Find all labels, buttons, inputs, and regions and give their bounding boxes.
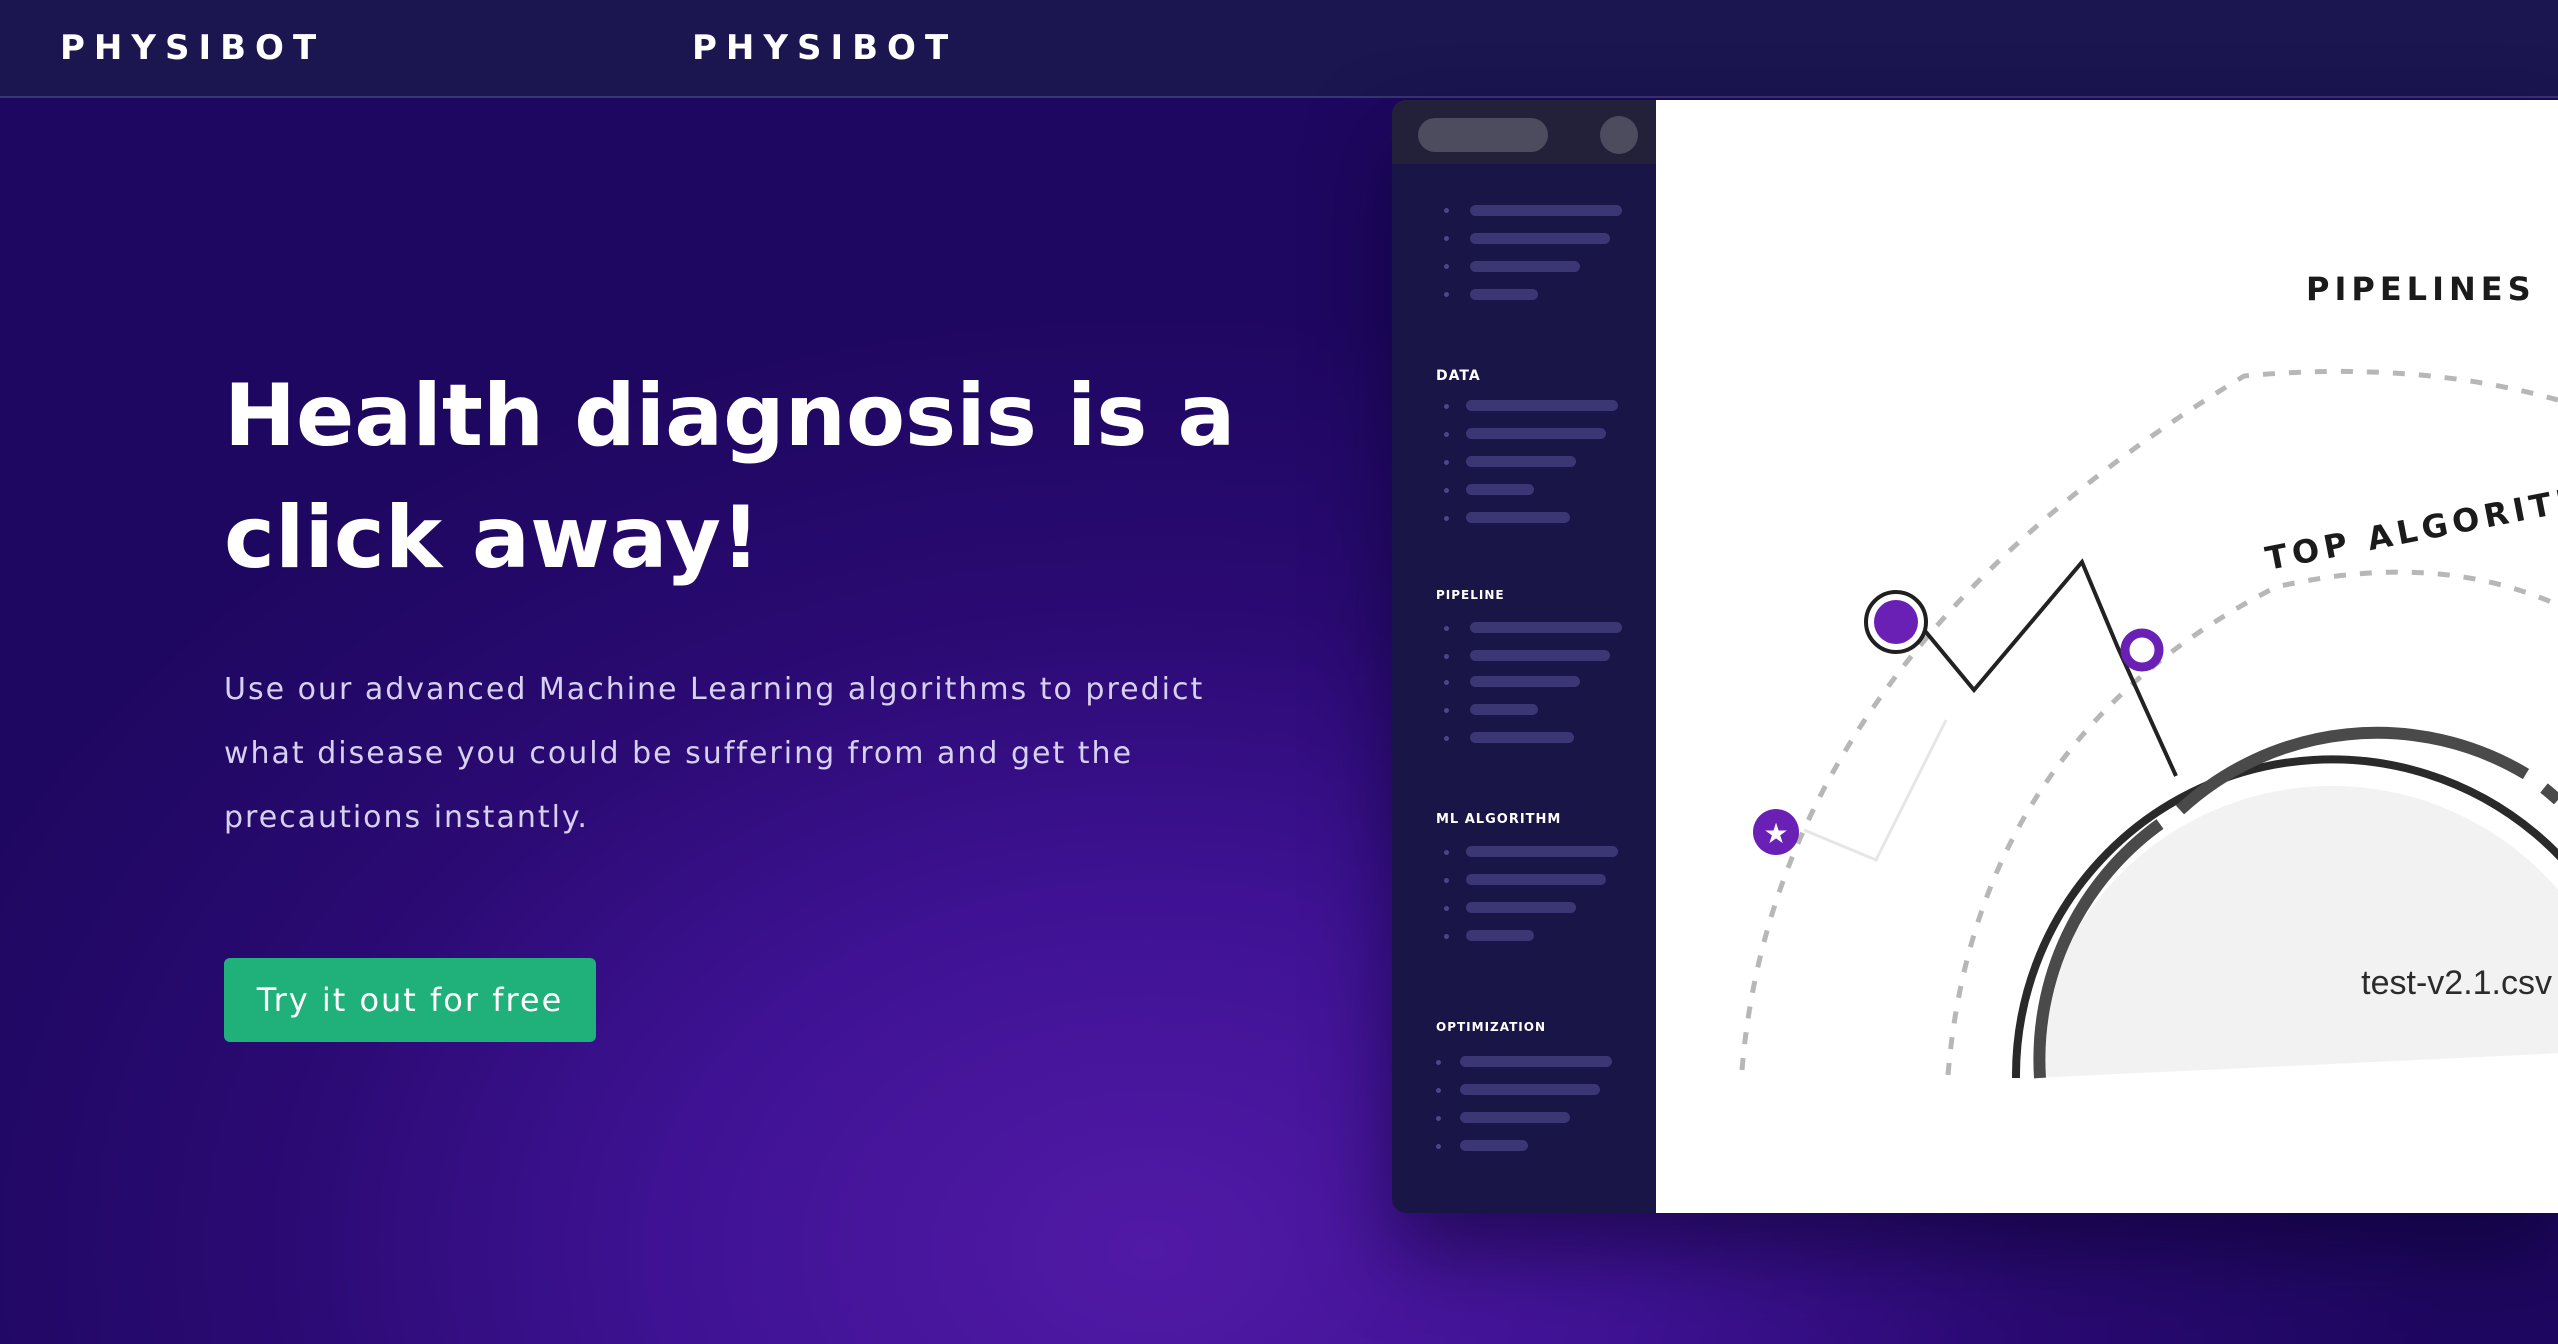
mockup-line	[1460, 1140, 1528, 1151]
pipeline-diagram: ★ PIPELINES TOP ALGORITH test-v2.1.csv	[1739, 270, 2558, 1079]
mockup-line	[1466, 428, 1606, 439]
mockup-bullet	[1436, 1144, 1441, 1149]
hero-description-line-2: what disease you could be suffering from…	[224, 736, 1134, 771]
top-algorithm-label: TOP ALGORITH	[2262, 478, 2558, 578]
top-navbar: PHYSIBOT PHYSIBOT	[0, 0, 2558, 98]
file-node-fill	[2034, 786, 2558, 1078]
mockup-line	[1460, 1084, 1600, 1095]
mockup-bullet	[1444, 654, 1449, 659]
mockup-bullet	[1444, 460, 1449, 465]
pipeline-node-ring	[2120, 628, 2164, 672]
mockup-bullet	[1444, 850, 1449, 855]
mockup-line	[1470, 205, 1622, 216]
mockup-bullet	[1444, 264, 1449, 269]
mockup-line	[1466, 400, 1618, 411]
mockup-bullet	[1436, 1060, 1441, 1065]
mockup-line	[1470, 622, 1622, 633]
mockup-line	[1470, 650, 1610, 661]
mockup-sidebar: DATA PIPELINE ML ALGORITHM OPTIMIZATION	[1392, 100, 1656, 1213]
mockup-bullet	[1444, 878, 1449, 883]
pipelines-label: PIPELINES	[2306, 270, 2536, 308]
mockup-section-ml-algorithm: ML ALGORITHM	[1436, 812, 1562, 827]
mockup-section-optimization: OPTIMIZATION	[1436, 1020, 1547, 1034]
mockup-bullet	[1444, 680, 1449, 685]
mockup-line	[1470, 704, 1538, 715]
mockup-bullet	[1444, 736, 1449, 741]
mockup-avatar	[1600, 116, 1638, 154]
brand-logo[interactable]: PHYSIBOT	[60, 28, 325, 68]
mockup-bullet	[1444, 432, 1449, 437]
mockup-bullet	[1444, 236, 1449, 241]
hero-description: Use our advanced Machine Learning algori…	[224, 658, 1274, 850]
mockup-bullet	[1444, 404, 1449, 409]
mockup-bullet	[1444, 626, 1449, 631]
mockup-line	[1466, 874, 1606, 885]
mockup-section-pipeline: PIPELINE	[1436, 588, 1505, 602]
mockup-bullet	[1444, 516, 1449, 521]
mockup-bullet	[1436, 1116, 1441, 1121]
mockup-section-data: DATA	[1436, 368, 1481, 384]
mockup-bullet	[1444, 934, 1449, 939]
pipeline-node-active-fill	[1874, 600, 1918, 644]
mockup-canvas: ★ PIPELINES TOP ALGORITH test-v2.1.csv	[1656, 100, 2558, 1213]
hero-description-line-1: Use our advanced Machine Learning algori…	[224, 672, 1205, 707]
mockup-topbar	[1392, 100, 1656, 164]
mockup-line	[1460, 1112, 1570, 1123]
mockup-line	[1470, 732, 1574, 743]
mockup-line	[1470, 676, 1580, 687]
mockup-line	[1460, 1056, 1612, 1067]
mockup-bullet	[1444, 906, 1449, 911]
mockup-bullet	[1444, 708, 1449, 713]
mockup-line	[1466, 930, 1534, 941]
mockup-line	[1466, 484, 1534, 495]
product-screenshot: DATA PIPELINE ML ALGORITHM OPTIMIZATION …	[1392, 100, 2558, 1213]
mockup-bullet	[1444, 488, 1449, 493]
mockup-bullet	[1436, 1088, 1441, 1093]
mockup-line	[1466, 456, 1576, 467]
star-icon: ★	[1763, 817, 1788, 850]
mockup-bullet	[1444, 208, 1449, 213]
brand-logo-center[interactable]: PHYSIBOT	[692, 28, 957, 68]
hero-description-line-3: precautions instantly.	[224, 800, 589, 835]
hero-title-line-2: click away!	[224, 488, 761, 588]
mockup-line	[1470, 289, 1538, 300]
hero-title-line-1: Health diagnosis is a	[224, 366, 1236, 466]
mockup-line	[1470, 261, 1580, 272]
mockup-bullet	[1444, 292, 1449, 297]
file-name-label: test-v2.1.csv	[2361, 964, 2552, 1002]
mockup-line	[1470, 233, 1610, 244]
mockup-line	[1466, 846, 1618, 857]
mockup-line	[1466, 512, 1570, 523]
try-free-button[interactable]: Try it out for free	[224, 958, 596, 1042]
mockup-search-pill	[1418, 118, 1548, 152]
mockup-line	[1466, 902, 1576, 913]
hero-title: Health diagnosis is a click away!	[224, 355, 1324, 599]
file-node-progress-arc-end	[2540, 783, 2558, 805]
